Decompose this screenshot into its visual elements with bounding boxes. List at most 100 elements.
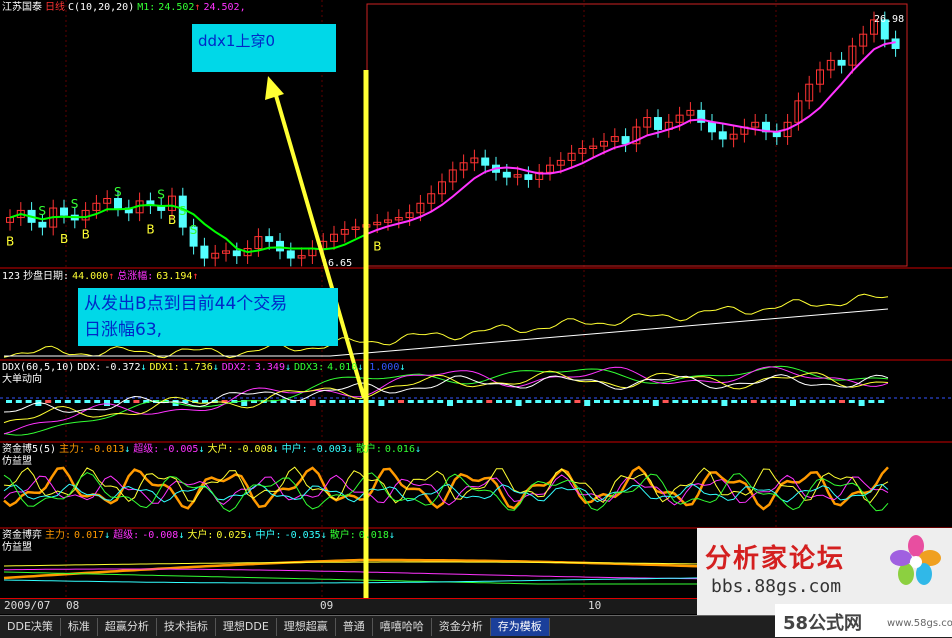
date-tick: 09 bbox=[320, 599, 334, 612]
down-arrow-icon: ↓ bbox=[140, 362, 147, 373]
down-arrow-icon: ↓ bbox=[320, 530, 327, 541]
candle-body bbox=[891, 38, 900, 49]
ddx-bar bbox=[280, 400, 287, 403]
tab-item[interactable]: 理想DDE bbox=[216, 618, 277, 636]
candle-body bbox=[276, 240, 284, 252]
watermark-url: www.58gs.com bbox=[887, 618, 952, 629]
ddx-bar bbox=[535, 400, 542, 403]
ddx-bar bbox=[486, 400, 493, 403]
tab-item[interactable]: 存为模板 bbox=[490, 618, 550, 636]
panel4-header: 资金博5(5) 主力: -0.013↓ 超级: -0.005↓ 大户: -0.008↓ 中户:… bbox=[2, 444, 427, 456]
ddx-bar bbox=[574, 400, 581, 403]
down-arrow-icon: ↓ bbox=[346, 444, 353, 455]
ddx-bar bbox=[55, 400, 61, 403]
up-arrow-icon: ↑ bbox=[194, 2, 201, 13]
down-arrow-icon: ↓ bbox=[284, 362, 291, 373]
buy-mark: B bbox=[373, 239, 381, 253]
ddx-bar bbox=[829, 400, 836, 403]
ddx-item-label: DDX: bbox=[77, 362, 102, 373]
panel2-code: 123 bbox=[2, 271, 21, 282]
ddx-item-value: 1.736 bbox=[182, 362, 213, 373]
ddx-bar bbox=[672, 400, 679, 403]
ddx-item-value: -0.372 bbox=[104, 362, 141, 373]
sell-mark: S bbox=[179, 204, 187, 218]
down-arrow-icon: ↓ bbox=[399, 362, 406, 373]
game-item-label: 中户: bbox=[255, 530, 282, 541]
panel2-value: 44.000 bbox=[72, 271, 109, 282]
stock-name: 江苏国泰 bbox=[2, 2, 42, 13]
sell-mark: S bbox=[38, 204, 46, 218]
down-arrow-icon: ↓ bbox=[212, 362, 219, 373]
ddx-item-label: DDX2: bbox=[221, 362, 252, 373]
ddx-bar bbox=[564, 400, 571, 403]
ddx-bar bbox=[388, 400, 395, 403]
panel2-value2: 63.194 bbox=[156, 271, 193, 282]
ddx-item-label: DDX1: bbox=[149, 362, 180, 373]
ddx-bar bbox=[799, 400, 806, 403]
down-arrow-icon: ↓ bbox=[414, 444, 422, 455]
ddx-bar bbox=[613, 400, 620, 403]
buy-mark: B bbox=[82, 227, 90, 241]
fund-item-label: 主力: bbox=[59, 444, 86, 455]
tab-item[interactable]: 嘻嘻哈哈 bbox=[373, 618, 432, 636]
candle-body bbox=[481, 157, 490, 166]
tab-item[interactable]: 超赢分析 bbox=[98, 618, 157, 636]
ddx-bar bbox=[447, 400, 453, 406]
ddx-bar bbox=[496, 400, 502, 403]
flower-icon bbox=[890, 535, 941, 585]
m1-value: 24.502 bbox=[158, 2, 195, 13]
ddx-bar bbox=[398, 400, 404, 403]
fund-item-value: 0.016 bbox=[384, 444, 415, 455]
ddx-bar bbox=[760, 400, 767, 403]
tab-item[interactable]: 普通 bbox=[336, 618, 373, 636]
high-price-label: 26.98 bbox=[874, 14, 904, 25]
candle-body bbox=[502, 171, 511, 178]
candle-body bbox=[232, 250, 241, 257]
tab-item[interactable]: 资金分析 bbox=[432, 618, 491, 636]
ddx-bar bbox=[633, 400, 640, 403]
ddx-bar bbox=[731, 400, 738, 403]
ddx-bar bbox=[133, 400, 140, 403]
ddx-bar bbox=[476, 400, 483, 403]
ddx-bar bbox=[848, 400, 855, 403]
ddx-bar bbox=[6, 400, 12, 403]
fund-item-value: -0.005 bbox=[162, 444, 199, 455]
game-item-value: 0.017 bbox=[74, 530, 105, 541]
game-item-value: 0.025 bbox=[216, 530, 247, 541]
ddx-bar bbox=[790, 400, 796, 406]
sell-mark: S bbox=[190, 223, 198, 237]
panel2-label2: 总涨幅: bbox=[117, 271, 154, 282]
candle-body bbox=[60, 207, 68, 216]
up-arrow-icon: ↑ bbox=[108, 271, 115, 282]
tab-item[interactable]: 技术指标 bbox=[157, 618, 216, 636]
logo-title: 分析家论坛 bbox=[705, 544, 846, 574]
fund-item-label: 大户: bbox=[207, 444, 234, 455]
ddx-item-label: DDX3: bbox=[294, 362, 325, 373]
down-arrow-icon: ↓ bbox=[124, 444, 131, 455]
ddx-bar bbox=[750, 400, 757, 403]
ddx-bar bbox=[505, 400, 512, 403]
period: 日线 bbox=[45, 2, 65, 13]
ddx-bar bbox=[594, 400, 600, 403]
ddx-bar bbox=[329, 400, 336, 403]
ddx-bar bbox=[780, 400, 787, 403]
panel5-items: 主力: 0.017↓ 超级: -0.008↓ 大户: 0.025↓ 中户: -0.035↓ 散户… bbox=[45, 530, 398, 541]
ddx-bar bbox=[437, 400, 444, 403]
ddx-bar bbox=[711, 400, 718, 403]
sell-mark: S bbox=[114, 185, 122, 199]
tab-item[interactable]: 标准 bbox=[61, 618, 98, 636]
ddx-bar bbox=[456, 400, 463, 403]
ddx-bar bbox=[682, 400, 689, 403]
tab-item[interactable]: 理想超赢 bbox=[277, 618, 336, 636]
ddx-bar bbox=[104, 400, 110, 406]
ddx-bar bbox=[770, 400, 777, 403]
ddx-bar bbox=[378, 400, 385, 406]
ddx-bar bbox=[466, 400, 473, 403]
game-item-label: 超级: bbox=[113, 530, 140, 541]
ddx-bar bbox=[858, 400, 865, 406]
tab-item[interactable]: DDE决策 bbox=[0, 618, 61, 636]
ddx-bar bbox=[64, 400, 71, 403]
panel2-header: 123 抄盘日期: 44.000↑ 总涨幅: 63.194↑ bbox=[2, 271, 201, 283]
ddx-bar bbox=[878, 400, 885, 403]
arrow-shaft bbox=[273, 91, 366, 399]
